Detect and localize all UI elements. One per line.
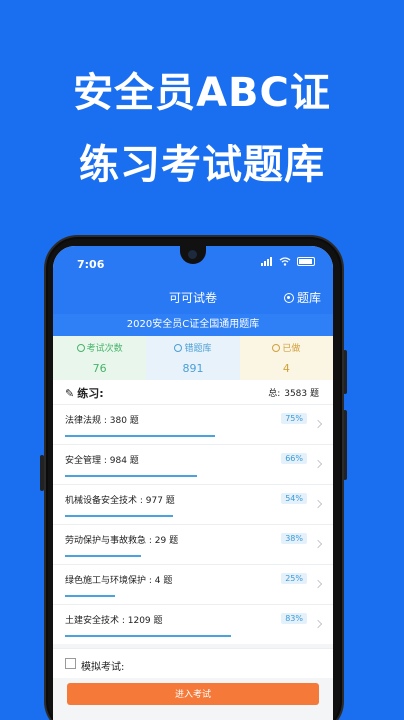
- ring-icon: [272, 343, 281, 352]
- question-bank-button[interactable]: 题库: [283, 289, 321, 306]
- stat-value: 76: [92, 362, 107, 375]
- list-item[interactable]: 土建安全技术 : 1209 题 83%: [53, 604, 333, 644]
- total-value: 3583 题: [284, 389, 319, 399]
- progress-track: [65, 475, 265, 477]
- status-time: 7:06: [77, 258, 105, 271]
- list-item[interactable]: 安全管理 : 984 题 66%: [53, 444, 333, 484]
- progress-track: [65, 435, 265, 437]
- chevron-right-icon: [313, 539, 323, 549]
- stat-label: 错题库: [184, 344, 212, 354]
- progress-fill: [65, 475, 197, 477]
- mock-exam-checkbox[interactable]: [65, 658, 76, 669]
- stat-done[interactable]: 已做 4: [239, 336, 333, 380]
- stats-row: 考试次数 76 错题库 891 已做 4: [53, 336, 333, 380]
- percent-badge: 83%: [281, 613, 307, 624]
- stat-label: 考试次数: [86, 344, 123, 354]
- progress-fill: [65, 435, 215, 437]
- status-icons: [261, 257, 315, 266]
- progress-fill: [65, 555, 141, 557]
- progress-track: [65, 515, 265, 517]
- phone-screen: 7:06 可可试卷 题库 2020安全员C证全国通用题库 考试次数 76 错题库…: [53, 246, 333, 720]
- list-item[interactable]: 绿色施工与环境保护 : 4 题 25%: [53, 564, 333, 604]
- ring-icon: [76, 343, 85, 352]
- ring-icon: [174, 343, 183, 352]
- pencil-icon: ✎: [65, 386, 75, 400]
- progress-fill: [65, 595, 115, 597]
- battery-icon: [297, 257, 315, 266]
- percent-badge: 54%: [281, 493, 307, 504]
- nav-bar: 可可试卷 题库: [53, 280, 333, 314]
- chevron-right-icon: [313, 619, 323, 629]
- stat-value: 4: [282, 362, 290, 375]
- list-item[interactable]: 法律法规 : 380 题 75%: [53, 404, 333, 444]
- target-icon: [283, 292, 294, 303]
- list-item[interactable]: 机械设备安全技术 : 977 题 54%: [53, 484, 333, 524]
- list-item-label: 机械设备安全技术 : 977 题: [65, 496, 175, 506]
- percent-badge: 38%: [281, 533, 307, 544]
- practice-title: 练习:: [77, 387, 104, 400]
- bank-subtitle: 2020安全员C证全国通用题库: [53, 314, 333, 336]
- progress-track: [65, 595, 265, 597]
- wifi-icon: [279, 257, 291, 266]
- percent-badge: 66%: [281, 453, 307, 464]
- stat-exam-count[interactable]: 考试次数 76: [53, 336, 147, 380]
- list-item-label: 土建安全技术 : 1209 题: [65, 616, 163, 626]
- percent-badge: 25%: [281, 573, 307, 584]
- progress-track: [65, 555, 265, 557]
- chevron-right-icon: [313, 419, 323, 429]
- progress-fill: [65, 515, 173, 517]
- list-item-label: 安全管理 : 984 题: [65, 456, 139, 466]
- stat-value: 891: [182, 362, 204, 375]
- total-label: 总:: [268, 389, 281, 399]
- promo-line-1: 安全员ABC证: [73, 70, 331, 116]
- progress-track: [65, 635, 265, 637]
- list-item-label: 劳动保护与事故救急 : 29 题: [65, 536, 179, 546]
- list-item-label: 法律法规 : 380 题: [65, 416, 139, 426]
- chevron-right-icon: [313, 579, 323, 589]
- practice-header: ✎ 练习: 总: 3583 题: [53, 380, 333, 404]
- list-item-label: 绿色施工与环境保护 : 4 题: [65, 576, 173, 586]
- mock-exam-row: 模拟考试:: [53, 648, 333, 678]
- list-item[interactable]: 劳动保护与事故救急 : 29 题 38%: [53, 524, 333, 564]
- practice-list: 法律法规 : 380 题 75% 安全管理 : 984 题 66% 机械设备安全…: [53, 404, 333, 644]
- stat-wrong-bank[interactable]: 错题库 891: [146, 336, 240, 380]
- enter-exam-button[interactable]: 进入考试: [67, 683, 319, 705]
- mock-exam-label: 模拟考试:: [81, 662, 125, 673]
- chevron-right-icon: [313, 459, 323, 469]
- front-camera: [188, 250, 197, 259]
- chevron-right-icon: [313, 499, 323, 509]
- stat-label: 已做: [282, 344, 301, 354]
- promo-line-2: 练习考试题库: [79, 142, 325, 188]
- signal-icon: [261, 257, 272, 266]
- question-bank-label: 题库: [296, 291, 321, 305]
- percent-badge: 75%: [281, 413, 307, 424]
- progress-fill: [65, 635, 231, 637]
